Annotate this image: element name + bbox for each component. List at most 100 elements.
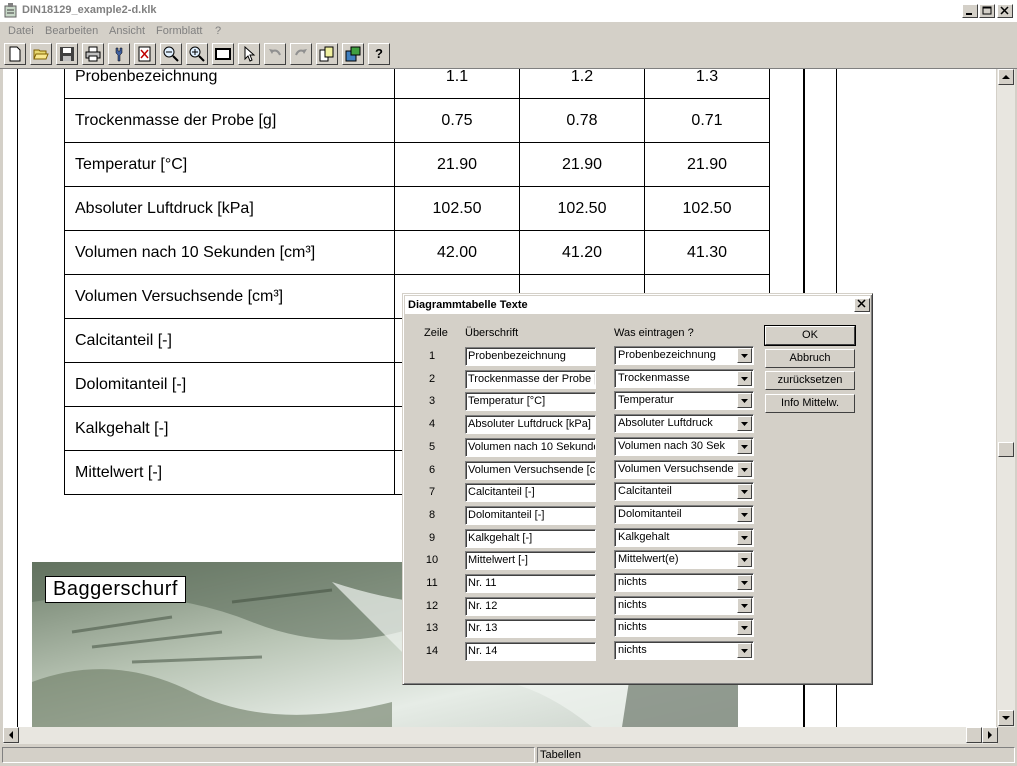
- content-select[interactable]: Calcitanteil: [614, 482, 754, 501]
- scroll-thumb[interactable]: [998, 442, 1014, 457]
- chevron-down-icon[interactable]: [737, 575, 752, 590]
- select-value: Calcitanteil: [618, 485, 672, 497]
- menu-bar: Datei Bearbeiten Ansicht Formblatt ?: [0, 22, 1017, 40]
- chevron-down-icon[interactable]: [737, 393, 752, 408]
- heading-input[interactable]: Calcitanteil [-]: [465, 483, 596, 502]
- cell-value: 102.50: [644, 186, 770, 231]
- cell-value: 102.50: [519, 186, 645, 231]
- row-label: Calcitanteil [-]: [64, 318, 395, 363]
- chevron-down-icon[interactable]: [737, 530, 752, 545]
- chevron-down-icon[interactable]: [737, 348, 752, 363]
- select-value: Probenbezeichnung: [618, 349, 716, 361]
- heading-input[interactable]: Volumen Versuchsende [cr: [465, 461, 596, 480]
- info-mittelwert-button[interactable]: Info Mittelw.: [765, 394, 855, 413]
- menu-datei[interactable]: Datei: [8, 25, 34, 37]
- menu-bearbeiten[interactable]: Bearbeiten: [45, 25, 98, 37]
- heading-input[interactable]: Nr. 12: [465, 597, 596, 616]
- chevron-down-icon[interactable]: [737, 507, 752, 522]
- column-header-ueberschrift: Überschrift: [465, 327, 519, 339]
- hscroll-thumb[interactable]: [966, 727, 982, 743]
- maximize-button[interactable]: [979, 4, 995, 18]
- fit-page-button[interactable]: [212, 43, 234, 65]
- row-label: Trockenmasse der Probe [g]: [64, 98, 395, 143]
- chevron-down-icon[interactable]: [737, 552, 752, 567]
- row-number: 10: [425, 554, 439, 566]
- content-select[interactable]: Volumen Versuchsende: [614, 460, 754, 479]
- heading-input[interactable]: Nr. 14: [465, 642, 596, 661]
- open-file-button[interactable]: [30, 43, 52, 65]
- content-select[interactable]: nichts: [614, 641, 754, 660]
- help-button[interactable]: ?: [368, 43, 390, 65]
- chevron-down-icon[interactable]: [737, 462, 752, 477]
- content-select[interactable]: Probenbezeichnung: [614, 346, 754, 365]
- row-number: 8: [428, 509, 436, 521]
- cell-value: 0.78: [519, 98, 645, 143]
- heading-input[interactable]: Nr. 13: [465, 619, 596, 638]
- page-preview-button[interactable]: [134, 43, 156, 65]
- chevron-down-icon[interactable]: [737, 620, 752, 635]
- close-button[interactable]: [997, 4, 1013, 18]
- heading-input[interactable]: Absoluter Luftdruck [kPa]: [465, 415, 596, 434]
- menu-help[interactable]: ?: [215, 25, 221, 37]
- heading-input[interactable]: Dolomitanteil [-]: [465, 506, 596, 525]
- dialog-title-bar[interactable]: Diagrammtabelle Texte: [405, 296, 870, 314]
- horizontal-scrollbar[interactable]: [3, 727, 998, 744]
- save-button[interactable]: [56, 43, 78, 65]
- content-select[interactable]: Mittelwert(e): [614, 550, 754, 569]
- new-file-button[interactable]: [4, 43, 26, 65]
- select-value: nichts: [618, 599, 647, 611]
- row-label: Volumen nach 10 Sekunden [cm³]: [64, 230, 395, 275]
- content-select[interactable]: Volumen nach 30 Sek: [614, 437, 754, 456]
- vertical-scrollbar[interactable]: [997, 69, 1015, 727]
- content-select[interactable]: nichts: [614, 596, 754, 615]
- menu-formblatt[interactable]: Formblatt: [156, 25, 202, 37]
- scroll-up-button[interactable]: [998, 69, 1014, 85]
- scroll-down-button[interactable]: [998, 710, 1014, 726]
- content-select[interactable]: nichts: [614, 618, 754, 637]
- minimize-button[interactable]: [962, 4, 978, 18]
- heading-input[interactable]: Nr. 11: [465, 574, 596, 593]
- heading-input[interactable]: Mittelwert [-]: [465, 551, 596, 570]
- select-value: Mittelwert(e): [618, 553, 679, 565]
- chevron-down-icon[interactable]: [737, 439, 752, 454]
- zoom-out-button[interactable]: [160, 43, 182, 65]
- print-button[interactable]: [82, 43, 104, 65]
- heading-input[interactable]: Kalkgehalt [-]: [465, 529, 596, 548]
- cell-value: 21.90: [644, 142, 770, 187]
- row-label: Dolomitanteil [-]: [64, 362, 395, 407]
- content-select[interactable]: nichts: [614, 573, 754, 592]
- chevron-down-icon[interactable]: [737, 371, 752, 386]
- app-icon[interactable]: [4, 3, 18, 18]
- heading-input[interactable]: Trockenmasse der Probe [: [465, 370, 596, 389]
- scroll-left-button[interactable]: [3, 727, 19, 743]
- redo-button[interactable]: [290, 43, 312, 65]
- dialog-diagrammtabelle-texte: Diagrammtabelle Texte Zeile Überschrift …: [402, 293, 873, 685]
- cancel-button[interactable]: Abbruch: [765, 349, 855, 368]
- export-button[interactable]: [342, 43, 364, 65]
- content-select[interactable]: Absoluter Luftdruck: [614, 414, 754, 433]
- chevron-down-icon[interactable]: [737, 484, 752, 499]
- chevron-down-icon[interactable]: [737, 598, 752, 613]
- heading-input[interactable]: Temperatur [°C]: [465, 392, 596, 411]
- copy-button[interactable]: [316, 43, 338, 65]
- content-select[interactable]: Kalkgehalt: [614, 528, 754, 547]
- content-select[interactable]: Dolomitanteil: [614, 505, 754, 524]
- reset-button[interactable]: zurücksetzen: [765, 371, 855, 390]
- heading-input[interactable]: Volumen nach 10 Sekunde: [465, 438, 596, 457]
- heading-input[interactable]: Probenbezeichnung: [465, 347, 596, 366]
- row-number: 11: [426, 577, 438, 589]
- undo-button[interactable]: [264, 43, 286, 65]
- ok-button[interactable]: OK: [764, 325, 856, 346]
- content-select[interactable]: Temperatur: [614, 391, 754, 410]
- cell-value: 1.3: [644, 69, 770, 99]
- pointer-button[interactable]: [238, 43, 260, 65]
- row-number: 1: [428, 350, 436, 362]
- tool-button[interactable]: [108, 43, 130, 65]
- content-select[interactable]: Trockenmasse: [614, 369, 754, 388]
- menu-ansicht[interactable]: Ansicht: [109, 25, 145, 37]
- scroll-right-button[interactable]: [982, 727, 998, 743]
- dialog-close-button[interactable]: [854, 298, 870, 312]
- chevron-down-icon[interactable]: [737, 643, 752, 658]
- chevron-down-icon[interactable]: [737, 416, 752, 431]
- zoom-in-button[interactable]: [186, 43, 208, 65]
